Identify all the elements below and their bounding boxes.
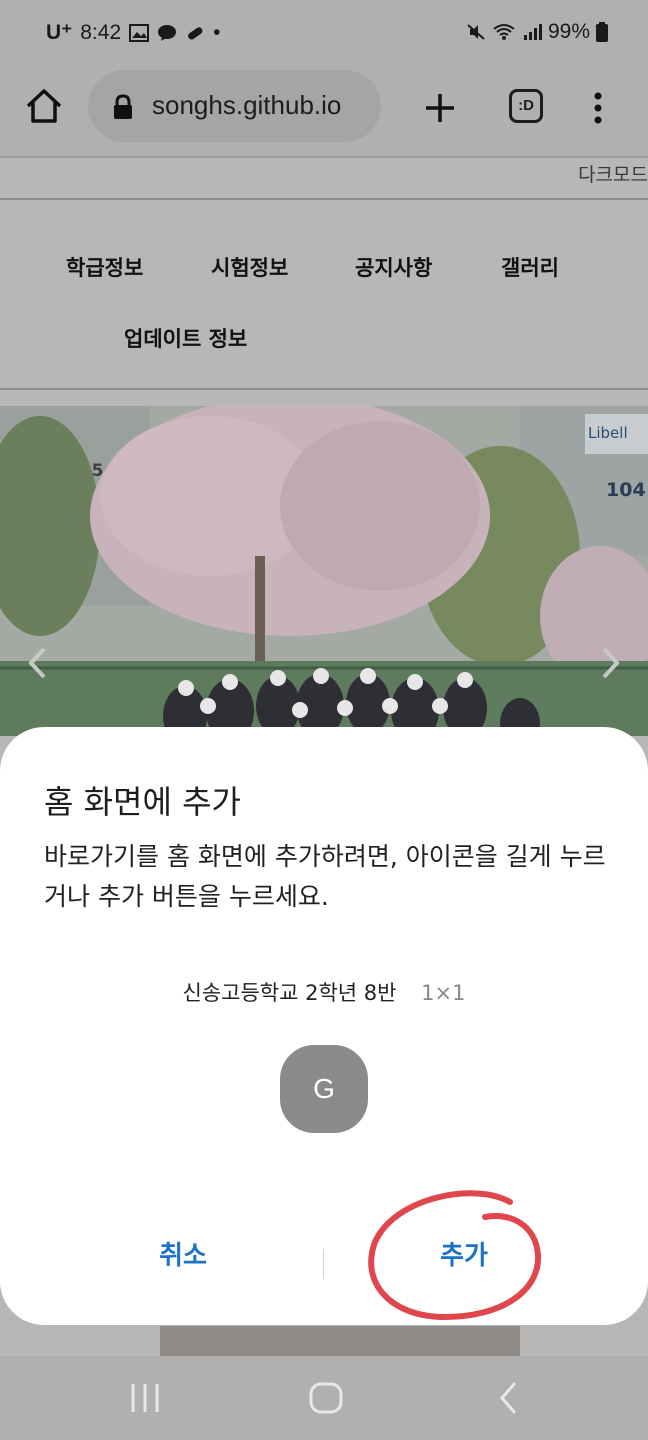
- address-bar[interactable]: songhs.github.io: [88, 70, 381, 142]
- status-bar: U⁺ 8:42 • 99%: [0, 0, 648, 66]
- back-icon[interactable]: [496, 1378, 520, 1418]
- store-sign: Libell: [588, 424, 628, 442]
- annotation-circle: [368, 1190, 542, 1321]
- new-tab-icon[interactable]: [418, 86, 462, 130]
- nav-update-info[interactable]: 업데이트 정보: [124, 323, 247, 353]
- pill-icon: [188, 26, 203, 39]
- button-divider: [323, 1249, 324, 1279]
- battery-icon: [596, 22, 608, 42]
- shortcut-info: 신송고등학교 2학년 8반 1×1: [0, 977, 648, 1007]
- building-number-right: 104: [606, 479, 646, 501]
- cancel-button[interactable]: 취소: [83, 1235, 283, 1272]
- clock: 8:42: [80, 20, 122, 44]
- divider: [0, 156, 648, 158]
- battery-percent: 99%: [547, 20, 590, 43]
- shortcut-name: 신송고등학교 2학년 8반: [182, 981, 397, 1005]
- dialog-title: 홈 화면에 추가: [44, 783, 241, 821]
- nav-gallery[interactable]: 갤러리: [501, 252, 559, 282]
- home-nav-icon[interactable]: [308, 1378, 344, 1418]
- recent-apps-icon[interactable]: [130, 1378, 160, 1418]
- lock-icon: [114, 94, 132, 119]
- carousel-prev-icon[interactable]: [26, 646, 50, 680]
- gallery-icon: [129, 23, 150, 42]
- shortcut-size: 1×1: [421, 981, 466, 1005]
- system-nav-bar: [0, 1356, 648, 1440]
- nav-class-info[interactable]: 학급정보: [66, 252, 143, 282]
- more-options-icon[interactable]: [586, 86, 610, 130]
- url-text: songhs.github.io: [152, 90, 342, 120]
- browser-toolbar: songhs.github.io :D: [0, 66, 648, 156]
- tabs-button[interactable]: :D: [509, 89, 543, 123]
- nav-notice[interactable]: 공지사항: [355, 252, 432, 282]
- home-icon[interactable]: [22, 84, 66, 128]
- site-nav: 학급정보 시험정보 공지사항 갤러리 업데이트 정보: [0, 198, 648, 390]
- carousel-photo: Libell 105 104: [0, 406, 648, 736]
- dialog-message: 바로가기를 홈 화면에 추가하려면, 아이콘을 길게 누르거나 추가 버튼을 누…: [44, 842, 606, 911]
- mute-icon: [467, 24, 485, 40]
- talk-icon: [158, 24, 177, 41]
- dark-mode-toggle[interactable]: 다크모드: [578, 160, 648, 187]
- signal-icon: [523, 24, 542, 40]
- nav-exam-info[interactable]: 시험정보: [211, 252, 288, 282]
- wifi-icon: [493, 24, 515, 40]
- notification-dot: •: [213, 20, 221, 44]
- carrier-label: U⁺: [46, 21, 73, 44]
- cherry-blossom-photo: Libell 105 104: [0, 406, 648, 736]
- carousel-next-icon[interactable]: [598, 646, 622, 680]
- shortcut-app-icon[interactable]: G: [280, 1045, 368, 1133]
- add-to-home-dialog: 홈 화면에 추가 바로가기를 홈 화면에 추가하려면, 아이콘을 길게 누르거나…: [0, 727, 648, 1325]
